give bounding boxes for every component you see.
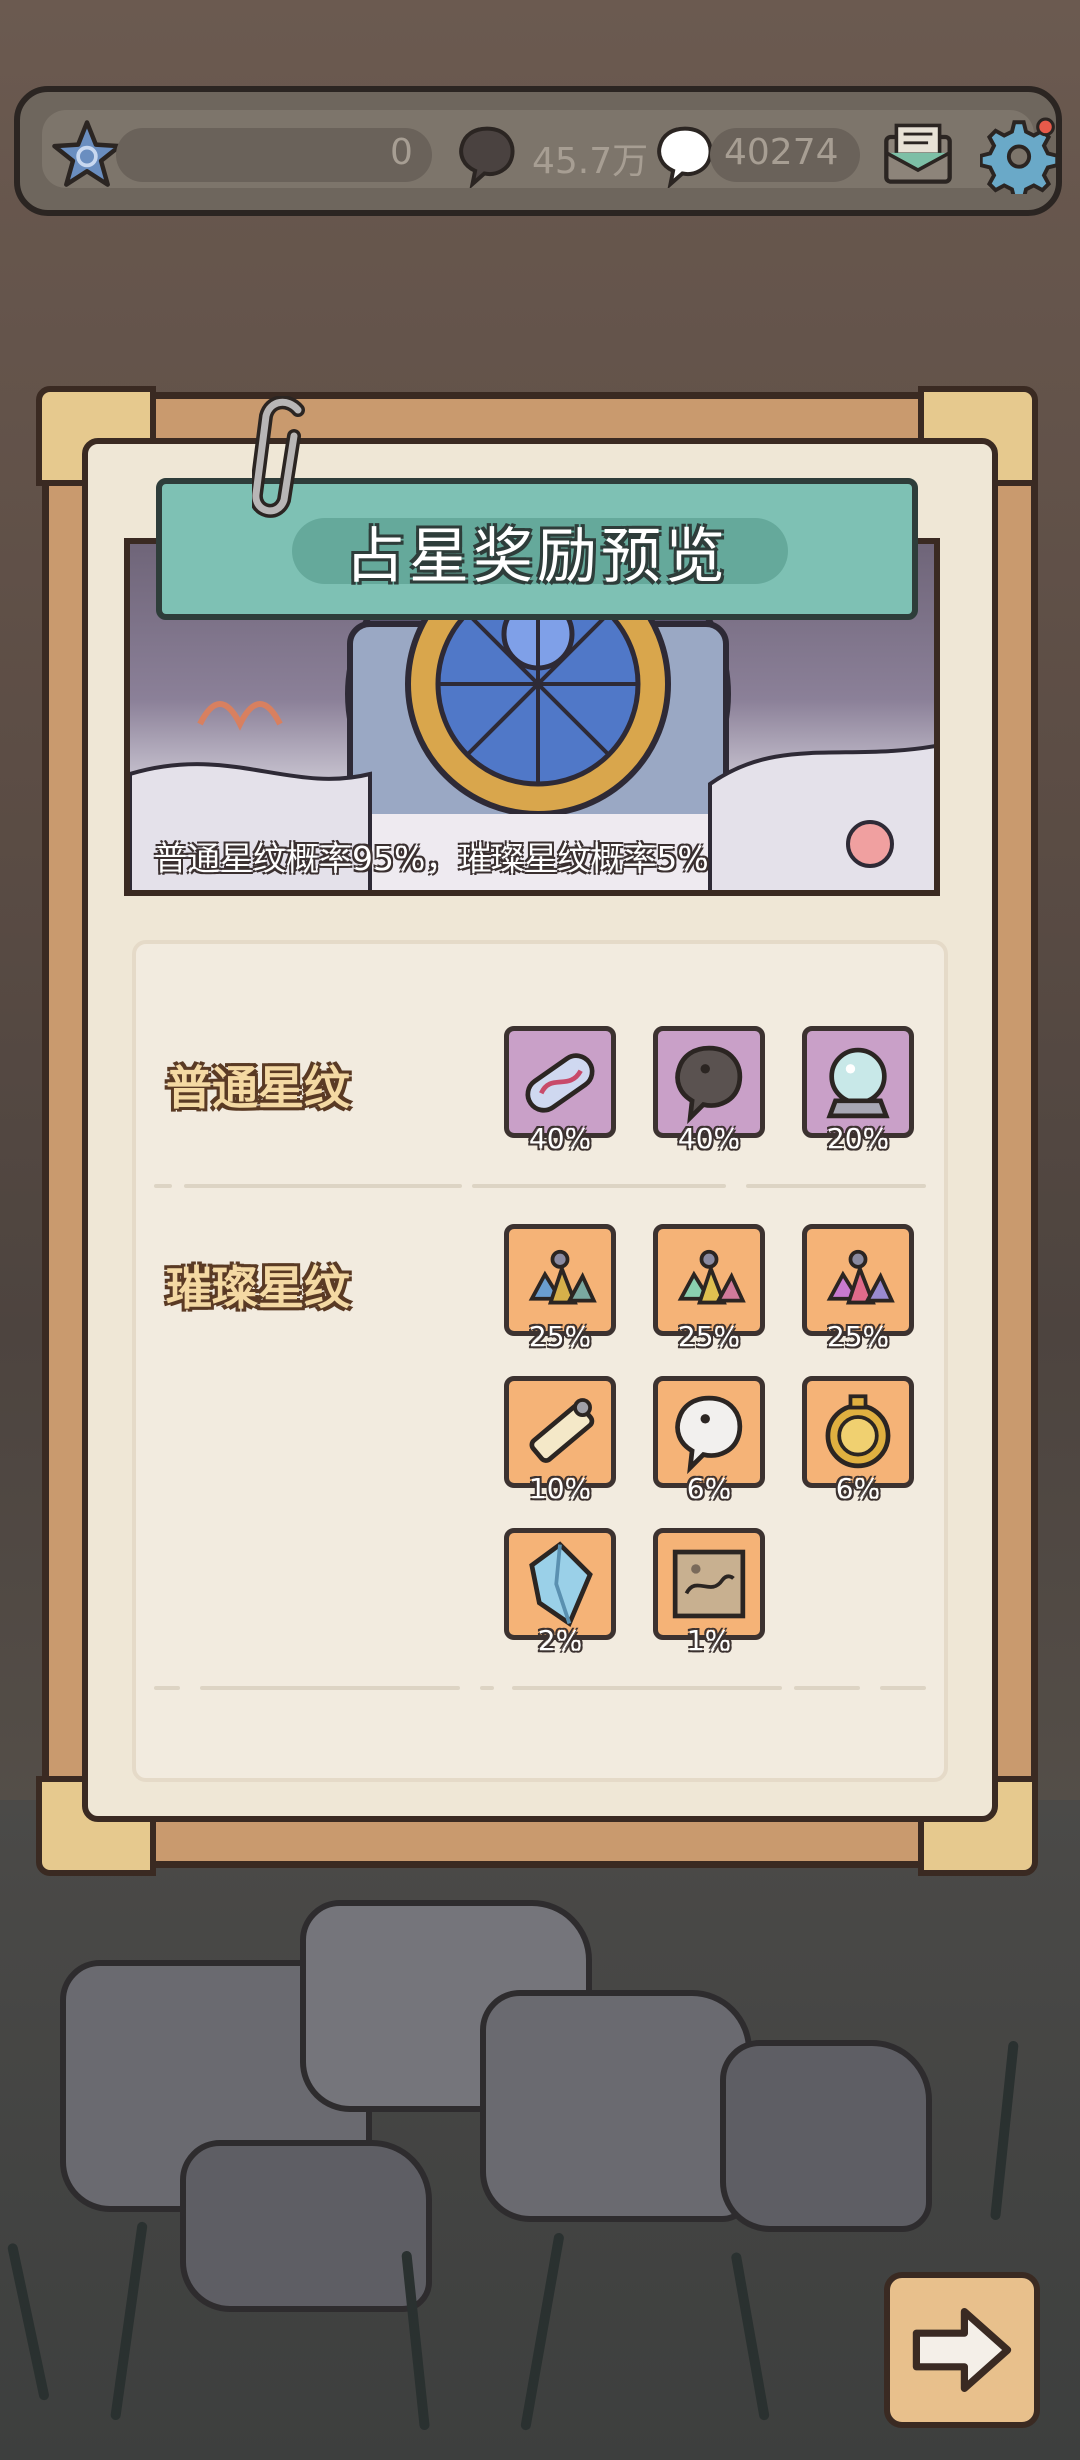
light-bubble-icon <box>675 1395 743 1475</box>
divider <box>472 1184 726 1188</box>
divider <box>746 1184 926 1188</box>
currency-1-value: 45.7万 <box>532 141 649 182</box>
reward-item-gem-cluster[interactable]: 25% <box>653 1224 765 1353</box>
star-count: 0 <box>390 132 413 173</box>
gem-cluster-icon <box>826 1249 895 1305</box>
divider <box>480 1686 494 1690</box>
divider <box>154 1184 172 1188</box>
item-percent: 6% <box>686 1472 732 1505</box>
item-percent: 2% <box>537 1624 583 1657</box>
tube-icon <box>529 1398 595 1463</box>
reward-item-crystal-ball[interactable]: 20% <box>802 1026 914 1155</box>
item-percent: 6% <box>835 1472 881 1505</box>
reward-item-dark-bubble[interactable]: 40% <box>653 1026 765 1155</box>
item-percent: 40% <box>677 1122 741 1155</box>
gear-icon[interactable] <box>980 116 1058 194</box>
map-scroll-icon <box>672 1549 746 1619</box>
reward-item-gold-compass[interactable]: 6% <box>802 1376 914 1505</box>
item-percent: 25% <box>826 1320 890 1353</box>
reward-item-crystal[interactable]: 2% <box>504 1528 616 1657</box>
mail-icon[interactable] <box>882 122 954 188</box>
next-button[interactable] <box>884 2272 1040 2428</box>
currency-2-value: 40274 <box>724 132 839 173</box>
divider <box>184 1184 462 1188</box>
arrow-right-icon <box>912 2308 1012 2392</box>
item-percent: 25% <box>528 1320 592 1353</box>
crystal-ball-icon <box>826 1047 890 1119</box>
item-percent: 10% <box>528 1472 592 1505</box>
item-percent: 1% <box>686 1624 732 1657</box>
divider <box>154 1686 180 1690</box>
top-status-bar: 0 45.7万 40274 <box>14 86 1062 216</box>
paperclip-icon <box>252 396 305 518</box>
gold-compass-icon <box>825 1394 891 1469</box>
reward-item-bandage[interactable]: 40% <box>504 1026 616 1155</box>
common-tier-label: 普通星纹 <box>166 1061 350 1115</box>
rock <box>480 1990 752 2222</box>
crystal-icon <box>529 1541 593 1628</box>
rock <box>720 2040 932 2232</box>
speech-bubble-icon <box>459 126 515 188</box>
reward-item-light-bubble[interactable]: 6% <box>653 1376 765 1505</box>
rare-tier-label: 璀璨星纹 <box>166 1261 350 1315</box>
reward-item-map-scroll[interactable]: 1% <box>653 1528 765 1657</box>
probability-caption: 普通星纹概率95%，璀璨星纹概率5% <box>154 839 709 878</box>
bandage-icon <box>525 1053 595 1113</box>
star-count-pill <box>116 128 432 182</box>
divider <box>512 1686 782 1690</box>
gem-cluster-icon <box>528 1249 597 1305</box>
rock <box>180 2140 432 2312</box>
reward-item-gem-cluster[interactable]: 25% <box>504 1224 616 1353</box>
divider <box>794 1686 860 1690</box>
speech-bubble-icon <box>657 126 713 188</box>
item-percent: 20% <box>826 1122 890 1155</box>
item-percent: 25% <box>677 1320 741 1353</box>
divider <box>880 1686 926 1690</box>
reward-item-tube[interactable]: 10% <box>504 1376 616 1505</box>
gem-cluster-icon <box>677 1249 746 1305</box>
divider <box>200 1686 460 1690</box>
item-percent: 40% <box>528 1122 592 1155</box>
reward-item-gem-cluster[interactable]: 25% <box>802 1224 914 1353</box>
star-icon[interactable] <box>50 118 124 192</box>
dark-bubble-icon <box>675 1045 743 1125</box>
